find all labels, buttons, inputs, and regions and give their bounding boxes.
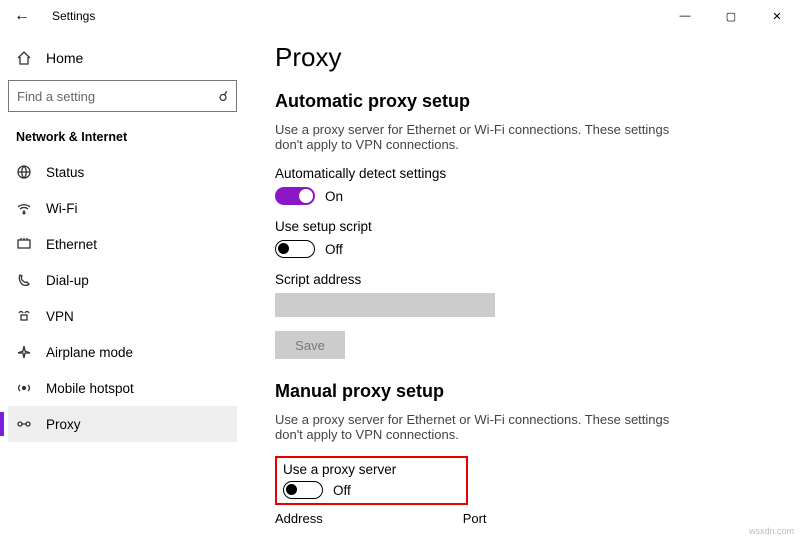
content-pane: Proxy Automatic proxy setup Use a proxy …: [245, 32, 800, 538]
sidebar-item-label: Status: [46, 165, 84, 180]
sidebar-item-airplane[interactable]: Airplane mode: [8, 334, 237, 370]
sidebar-item-proxy[interactable]: Proxy: [8, 406, 237, 442]
globe-icon: [16, 164, 32, 180]
sidebar-item-dialup[interactable]: Dial-up: [8, 262, 237, 298]
search-placeholder: Find a setting: [17, 89, 219, 104]
script-address-label: Script address: [275, 272, 770, 287]
detect-toggle[interactable]: [275, 187, 315, 205]
manual-desc: Use a proxy server for Ethernet or Wi-Fi…: [275, 412, 695, 442]
home-icon: [16, 50, 32, 66]
auto-heading: Automatic proxy setup: [275, 91, 770, 112]
sidebar-item-label: Airplane mode: [46, 345, 133, 360]
sidebar: Home Find a setting ☌ Network & Internet…: [0, 32, 245, 538]
script-label: Use setup script: [275, 219, 770, 234]
search-input[interactable]: Find a setting ☌: [8, 80, 237, 112]
port-label: Port: [463, 511, 487, 526]
home-label: Home: [46, 50, 83, 66]
minimize-button[interactable]: ―: [662, 0, 708, 32]
script-address-input[interactable]: [275, 293, 495, 317]
dialup-icon: [16, 272, 32, 288]
sidebar-item-label: Dial-up: [46, 273, 89, 288]
close-button[interactable]: ✕: [754, 0, 800, 32]
sidebar-item-status[interactable]: Status: [8, 154, 237, 190]
section-label: Network & Internet: [8, 126, 237, 154]
hotspot-icon: [16, 380, 32, 396]
wifi-icon: [16, 200, 32, 216]
home-link[interactable]: Home: [8, 42, 237, 74]
titlebar: ← Settings ― ▢ ✕: [0, 0, 800, 32]
save-button[interactable]: Save: [275, 331, 345, 359]
highlighted-region: Use a proxy server Off: [275, 456, 468, 505]
window-title: Settings: [52, 9, 95, 23]
detect-label: Automatically detect settings: [275, 166, 770, 181]
script-state: Off: [325, 242, 343, 257]
sidebar-item-label: Ethernet: [46, 237, 97, 252]
search-icon: ☌: [219, 88, 228, 105]
vpn-icon: [16, 308, 32, 324]
sidebar-item-ethernet[interactable]: Ethernet: [8, 226, 237, 262]
use-proxy-label: Use a proxy server: [283, 462, 396, 477]
sidebar-item-label: Proxy: [46, 417, 81, 432]
use-proxy-state: Off: [333, 483, 351, 498]
auto-desc: Use a proxy server for Ethernet or Wi-Fi…: [275, 122, 695, 152]
use-proxy-toggle[interactable]: [283, 481, 323, 499]
window-controls: ― ▢ ✕: [662, 0, 800, 32]
airplane-icon: [16, 344, 32, 360]
page-title: Proxy: [275, 42, 770, 73]
sidebar-item-wifi[interactable]: Wi-Fi: [8, 190, 237, 226]
sidebar-item-label: Mobile hotspot: [46, 381, 134, 396]
maximize-button[interactable]: ▢: [708, 0, 754, 32]
manual-heading: Manual proxy setup: [275, 381, 770, 402]
back-arrow-icon[interactable]: ←: [8, 5, 36, 27]
sidebar-item-label: VPN: [46, 309, 74, 324]
ethernet-icon: [16, 236, 32, 252]
proxy-icon: [16, 416, 32, 432]
script-toggle[interactable]: [275, 240, 315, 258]
watermark: wsxdn.com: [749, 526, 794, 536]
sidebar-item-label: Wi-Fi: [46, 201, 77, 216]
sidebar-item-hotspot[interactable]: Mobile hotspot: [8, 370, 237, 406]
sidebar-item-vpn[interactable]: VPN: [8, 298, 237, 334]
detect-state: On: [325, 189, 343, 204]
address-label: Address: [275, 511, 323, 526]
